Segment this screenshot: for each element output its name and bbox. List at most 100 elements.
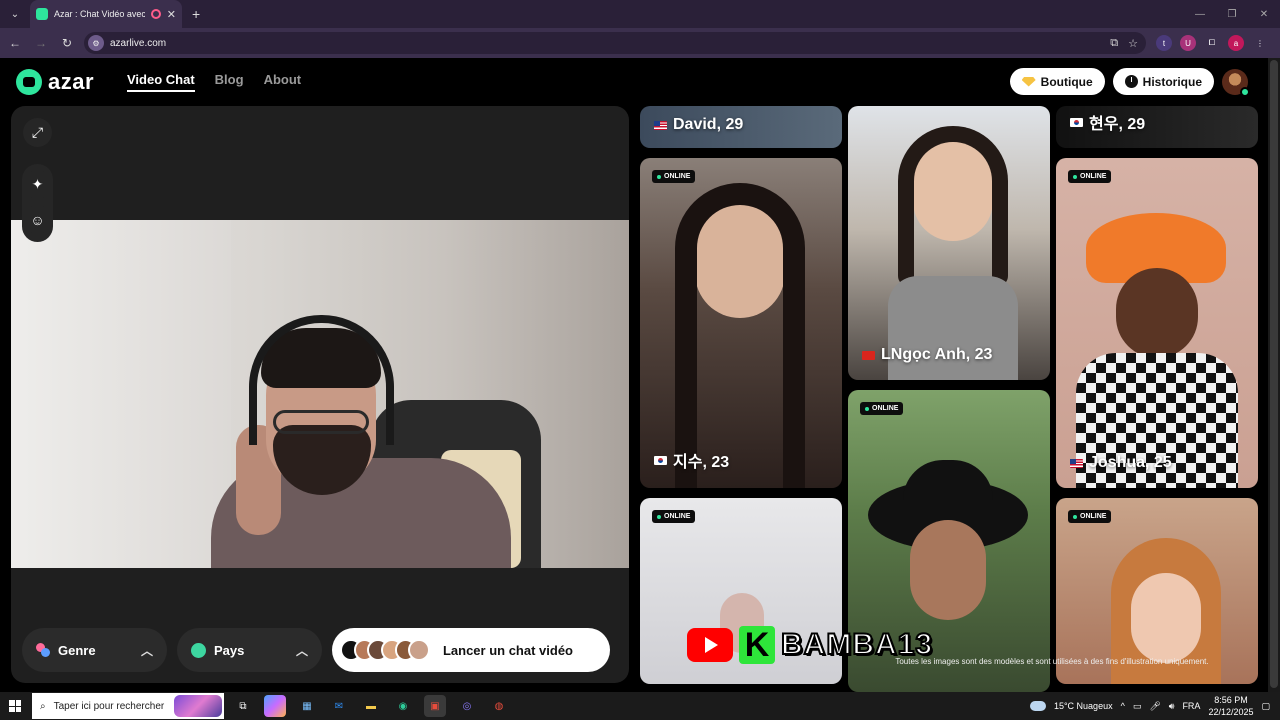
taskbar-search-field[interactable]: ⌕ Taper ici pour rechercher <box>32 693 224 719</box>
genre-label: Genre <box>58 642 96 658</box>
us-flag-icon <box>654 120 667 130</box>
browser-tabbar: ⌄ Azar : Chat Vidéo avec de n ✕ + — ❐ ✕ <box>0 0 1280 28</box>
browser-menu-icon[interactable]: ⋮ <box>1252 35 1268 51</box>
search-icon: ⌕ <box>40 700 46 712</box>
chevron-up-icon: ︿ <box>295 643 308 658</box>
windows-start-icon[interactable] <box>0 692 30 720</box>
weather-text[interactable]: 15°C Nuageux <box>1054 701 1113 711</box>
online-badge: ONLINE <box>652 170 696 183</box>
file-explorer-icon[interactable]: ▬ <box>360 695 382 717</box>
install-app-icon[interactable]: ⧉ <box>1110 37 1118 50</box>
edge-icon[interactable]: ◉ <box>392 695 414 717</box>
new-tab-button[interactable]: + <box>192 6 200 22</box>
extension-t-icon[interactable]: t <box>1156 35 1172 51</box>
start-video-chat-button[interactable]: Lancer un chat vidéo <box>332 628 610 672</box>
online-badge: ONLINE <box>860 402 904 415</box>
url-field[interactable]: ⚙ azarlive.com ⧉ ☆ <box>84 32 1146 54</box>
avatar-stack <box>340 639 431 661</box>
user-avatar[interactable] <box>1222 68 1250 97</box>
tray-chevron-icon[interactable]: ^ <box>1121 701 1125 711</box>
nav-about[interactable]: About <box>264 72 302 92</box>
vn-flag-icon <box>862 350 875 360</box>
language-indicator[interactable]: FRA <box>1182 701 1200 711</box>
online-status-icon <box>1240 86 1250 97</box>
logo-text: azar <box>48 69 95 94</box>
clock-date: 22/12/2025 <box>1208 707 1254 717</box>
browser-tab[interactable]: Azar : Chat Vidéo avec de n ✕ <box>30 0 182 28</box>
clock-icon <box>1124 75 1138 88</box>
bookmark-star-icon[interactable]: ☆ <box>1128 37 1138 50</box>
extensions-puzzle-icon[interactable]: ⧠ <box>1204 35 1220 51</box>
youtube-icon <box>687 628 733 662</box>
page-scrollbar[interactable] <box>1268 58 1280 692</box>
network-icon[interactable]: ▭ <box>1133 701 1142 712</box>
webcam-preview <box>11 220 629 568</box>
clock-time: 8:56 PM <box>1214 695 1248 705</box>
copilot-icon[interactable] <box>264 695 286 717</box>
site-header: azar Video Chat Blog About Boutique Hist… <box>0 58 1268 106</box>
profile-name: David, 29 <box>673 116 744 133</box>
task-view-icon[interactable]: ⧉ <box>232 695 254 717</box>
kick-icon: K <box>739 626 775 664</box>
boutique-button[interactable]: Boutique <box>1009 68 1105 95</box>
pays-label: Pays <box>214 642 245 658</box>
profile-gallery: David, 29 ONLINE 지수, 23 ONLINE LNgọc Anh… <box>640 106 1258 692</box>
close-tab-icon[interactable]: ✕ <box>167 8 176 21</box>
main-nav: Video Chat Blog About <box>127 72 301 92</box>
genre-icon <box>36 643 50 657</box>
weather-cloud-icon <box>1029 701 1046 711</box>
chrome-icon[interactable]: ◍ <box>488 695 510 717</box>
back-icon[interactable]: ← <box>4 32 26 54</box>
profile-card[interactable]: LNgọc Anh, 23 <box>848 106 1050 380</box>
forward-icon[interactable]: → <box>30 32 52 54</box>
site-info-icon[interactable]: ⚙ <box>88 35 104 51</box>
historique-button[interactable]: Historique <box>1112 68 1214 95</box>
extension-shield-icon[interactable]: U <box>1180 35 1196 51</box>
globe-icon <box>191 642 206 658</box>
nav-blog[interactable]: Blog <box>215 72 244 92</box>
azar-favicon-icon <box>36 8 48 20</box>
chevron-up-icon: ︿ <box>140 643 153 658</box>
recording-icon <box>150 9 161 19</box>
pays-select[interactable]: Pays ︿ <box>177 628 322 672</box>
profile-icon[interactable]: a <box>1228 35 1244 51</box>
address-bar-row: ← → ↻ ⚙ azarlive.com ⧉ ☆ t U ⧠ a ⋮ <box>0 28 1280 58</box>
expand-icon[interactable]: ⤢ <box>23 118 52 147</box>
reload-icon[interactable]: ↻ <box>56 32 78 54</box>
historique-label: Historique <box>1142 74 1202 89</box>
speaker-icon[interactable]: 🔊︎ <box>1169 701 1175 712</box>
microphone-icon[interactable]: 🎤︎ <box>1149 701 1160 712</box>
search-highlight-image <box>174 695 222 717</box>
obs-app-icon[interactable]: ▣ <box>424 695 446 717</box>
profile-name: Joshua, 25 <box>1089 454 1172 471</box>
search-placeholder: Taper ici pour rechercher <box>53 700 165 712</box>
kr-flag-icon <box>654 455 667 465</box>
online-badge: ONLINE <box>652 510 696 523</box>
close-window-icon[interactable]: ✕ <box>1248 0 1280 28</box>
store-icon[interactable]: ▦ <box>296 695 318 717</box>
system-clock[interactable]: 8:56 PM 22/12/2025 <box>1208 694 1253 718</box>
notifications-icon[interactable]: ▢ <box>1261 701 1270 712</box>
profile-card[interactable]: David, 29 <box>640 106 842 148</box>
restore-icon[interactable]: ❐ <box>1216 0 1248 28</box>
profile-name: 지수, 23 <box>673 454 730 471</box>
profile-card[interactable]: 현우, 29 <box>1056 106 1258 148</box>
face-mask-icon[interactable]: ☺ <box>23 205 52 234</box>
nav-video-chat[interactable]: Video Chat <box>127 72 195 92</box>
gem-icon <box>1021 76 1036 87</box>
tab-title: Azar : Chat Vidéo avec de n <box>54 9 145 19</box>
azar-logo-icon <box>16 69 42 95</box>
start-label: Lancer un chat vidéo <box>442 642 574 658</box>
minimize-icon[interactable]: — <box>1184 0 1216 28</box>
azar-logo[interactable]: azar <box>16 69 94 95</box>
profile-card[interactable]: ONLINE 지수, 23 <box>640 158 842 488</box>
sparkle-effects-icon[interactable]: ✦ <box>23 170 52 199</box>
tab-search-icon[interactable]: ⌄ <box>4 4 26 24</box>
online-badge: ONLINE <box>1068 170 1112 183</box>
video-panel: ⤢ ✦ ☺ Genre ︿ Pays ︿ Lancer un chat vidé… <box>11 106 629 683</box>
profile-card[interactable]: ONLINE Joshua, 25 <box>1056 158 1258 488</box>
outlook-icon[interactable]: ✉ <box>328 695 350 717</box>
us-flag-icon <box>1070 458 1083 468</box>
discord-icon[interactable]: ◎ <box>456 695 478 717</box>
genre-select[interactable]: Genre ︿ <box>22 628 167 672</box>
